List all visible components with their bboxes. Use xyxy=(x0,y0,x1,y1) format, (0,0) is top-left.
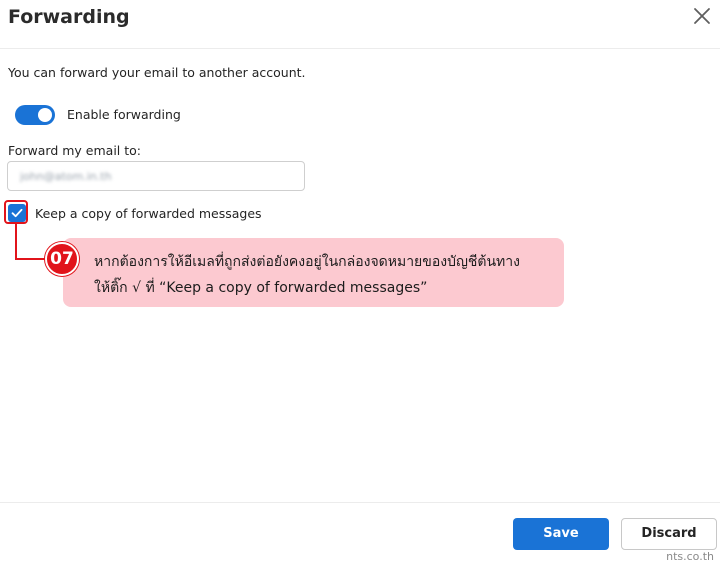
step-badge: 07 xyxy=(45,242,79,276)
enable-forwarding-toggle[interactable] xyxy=(15,105,55,125)
save-button[interactable]: Save xyxy=(513,518,609,550)
checkmark-icon xyxy=(11,208,23,218)
forward-email-field-wrapper xyxy=(7,161,305,191)
forward-to-label: Forward my email to: xyxy=(8,143,141,158)
annotation-text: หากต้องการให้อีเมลที่ถูกส่งต่อยังคงอยู่ใ… xyxy=(94,249,554,301)
dialog-description: You can forward your email to another ac… xyxy=(8,65,306,80)
annotation-callout: หากต้องการให้อีเมลที่ถูกส่งต่อยังคงอยู่ใ… xyxy=(63,238,564,307)
annotation-line-2: ให้ติ๊ก √ ที่ “Keep a copy of forwarded … xyxy=(94,280,428,296)
keep-copy-label: Keep a copy of forwarded messages xyxy=(35,206,262,221)
enable-forwarding-label: Enable forwarding xyxy=(67,107,181,122)
close-icon[interactable] xyxy=(690,4,714,28)
dialog-title: Forwarding xyxy=(8,6,130,28)
annotation-line-1: หากต้องการให้อีเมลที่ถูกส่งต่อยังคงอยู่ใ… xyxy=(94,254,520,270)
footer-divider xyxy=(0,502,720,503)
keep-copy-checkbox[interactable] xyxy=(8,204,26,222)
watermark: nts.co.th xyxy=(666,550,714,563)
forward-email-input[interactable] xyxy=(8,162,304,190)
toggle-knob xyxy=(38,108,52,122)
dialog-header: Forwarding xyxy=(0,0,720,49)
discard-button[interactable]: Discard xyxy=(621,518,717,550)
